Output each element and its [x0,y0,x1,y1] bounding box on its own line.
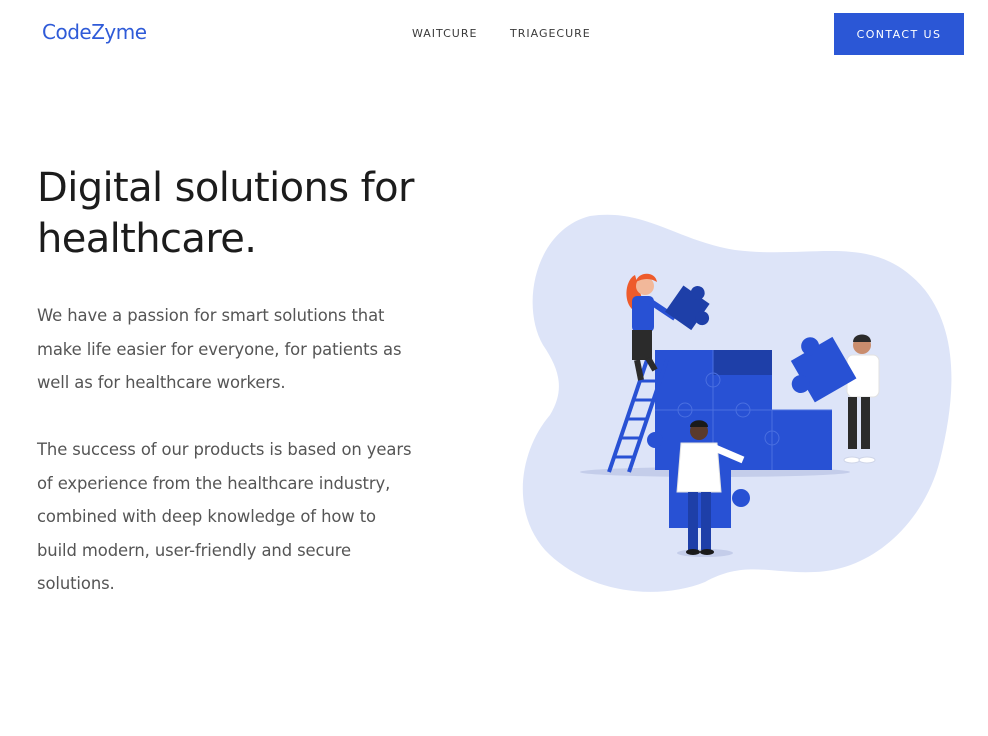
brand-logo[interactable]: CodeZyme [42,20,147,44]
hero-paragraph-success: The success of our products is based on … [37,440,412,594]
puzzle-piece-front-knob [732,489,750,507]
puzzle-piece-dark [713,350,772,375]
puzzle-block-right [772,410,832,470]
page: CodeZyme WAITCURE TRIAGECURE CONTACT US … [0,0,988,736]
hero-paragraph-passion: We have a passion for smart solutions th… [37,306,402,393]
people-assembling-puzzle-illustration [522,214,952,592]
puzzle-knob [647,432,663,448]
nav-link-waitcure[interactable]: WAITCURE [412,27,477,40]
contact-us-button[interactable]: CONTACT US [834,13,964,55]
hero-headline: Digital solutions for healthcare. [37,165,414,262]
nav-link-triagecure[interactable]: TRIAGECURE [510,27,591,40]
